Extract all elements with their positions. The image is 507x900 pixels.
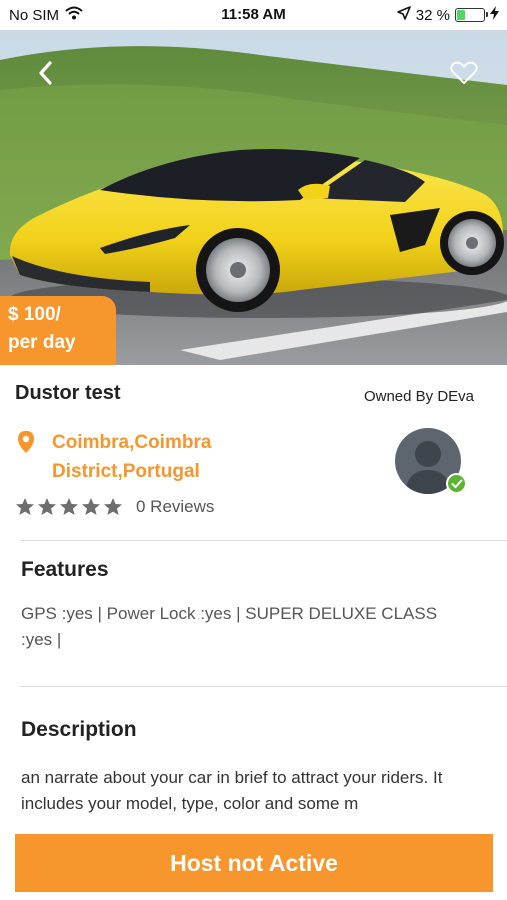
description-text: an narrate about your car in brief to at…	[21, 768, 443, 813]
features-list: GPS :yes | Power Lock :yes | SUPER DELUX…	[21, 604, 438, 649]
location-arrow-icon	[396, 6, 411, 24]
car-photo: $ 100/ per day	[0, 30, 507, 365]
car-location: Coimbra,Coimbra District,Portugal	[52, 432, 212, 482]
rating-stars	[15, 497, 123, 522]
divider	[20, 540, 507, 541]
favorite-button[interactable]	[449, 58, 479, 88]
features-heading: Features	[21, 558, 109, 581]
battery-icon	[455, 8, 488, 22]
back-button[interactable]	[30, 58, 60, 88]
reviews-count: 0 Reviews	[136, 497, 215, 516]
host-not-active-button[interactable]: Host not Active	[15, 834, 493, 892]
star-icon	[103, 497, 123, 522]
star-icon	[15, 497, 35, 522]
price-unit: per day	[8, 332, 76, 353]
battery-level	[457, 10, 466, 20]
status-right: 32 %	[396, 6, 499, 24]
charging-bolt-icon	[490, 6, 499, 24]
divider	[20, 686, 507, 687]
verified-badge-icon	[446, 473, 467, 494]
star-icon	[81, 497, 101, 522]
heart-outline-icon	[450, 61, 478, 85]
car-title: Dustor test	[15, 382, 121, 404]
battery-percent: 32 %	[415, 6, 450, 24]
star-icon	[59, 497, 79, 522]
price-badge: $ 100/ per day	[0, 296, 116, 365]
map-pin-icon	[17, 430, 35, 459]
price-amount: $ 100/	[8, 304, 61, 325]
chevron-left-icon	[37, 60, 53, 86]
owner-label: Owned By DEva	[363, 388, 474, 405]
description-heading: Description	[21, 718, 137, 741]
star-icon	[37, 497, 57, 522]
status-bar: No SIM 11:58 AM 32 %	[0, 0, 507, 30]
